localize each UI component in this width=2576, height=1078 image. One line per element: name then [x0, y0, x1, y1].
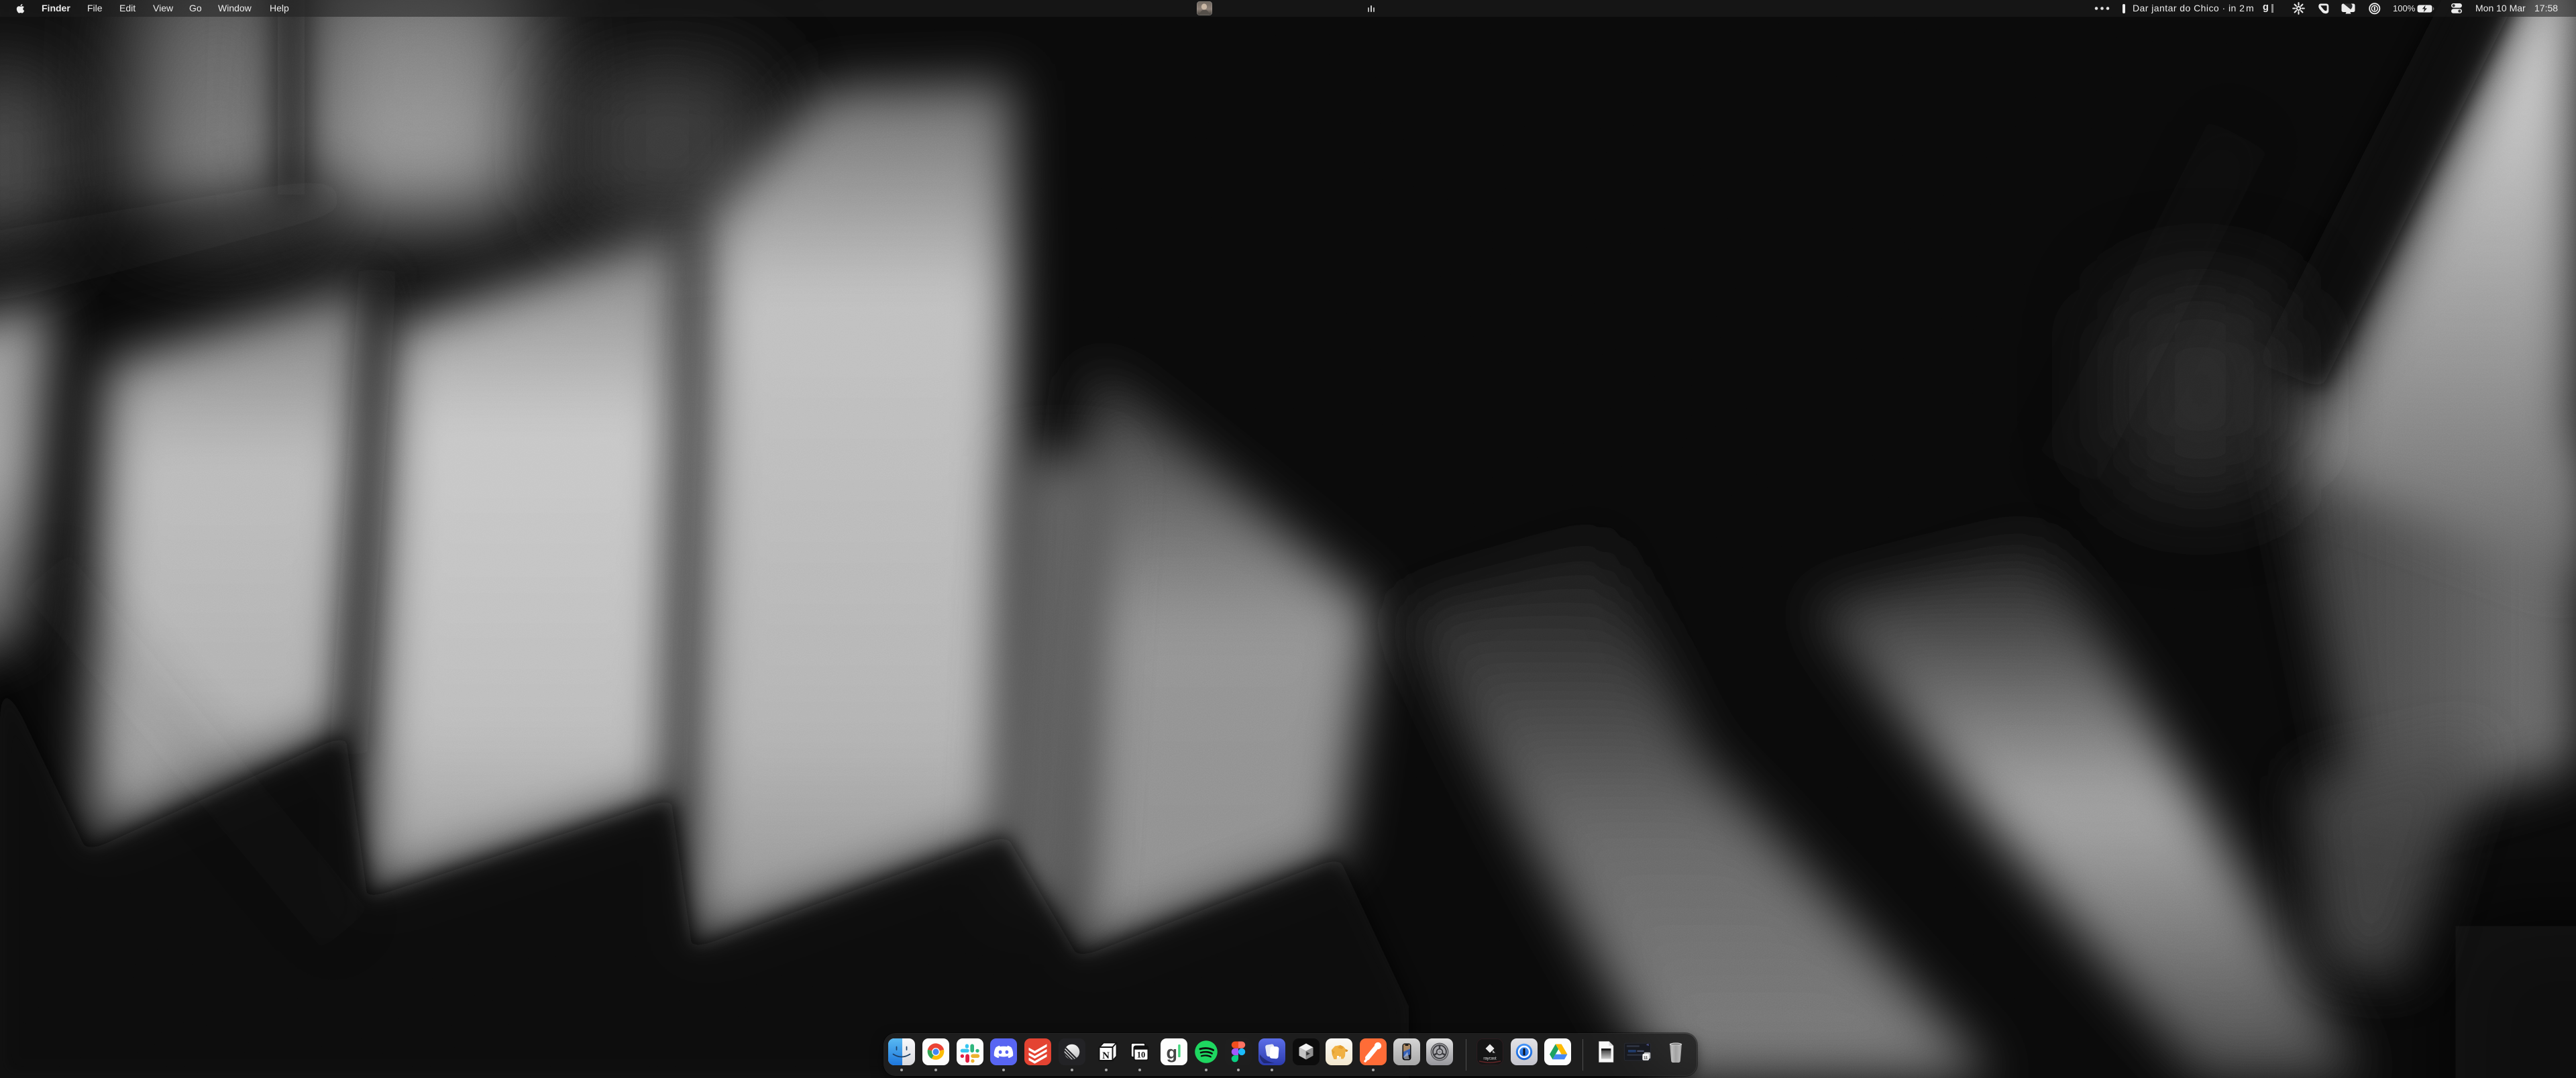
svg-text:g: g [1167, 1042, 1178, 1063]
svg-text:11: 11 [1644, 1057, 1648, 1061]
svg-text:10: 10 [1137, 1050, 1146, 1060]
svg-text:N: N [1102, 1050, 1110, 1061]
svg-text:raycast: raycast [1483, 1057, 1497, 1061]
